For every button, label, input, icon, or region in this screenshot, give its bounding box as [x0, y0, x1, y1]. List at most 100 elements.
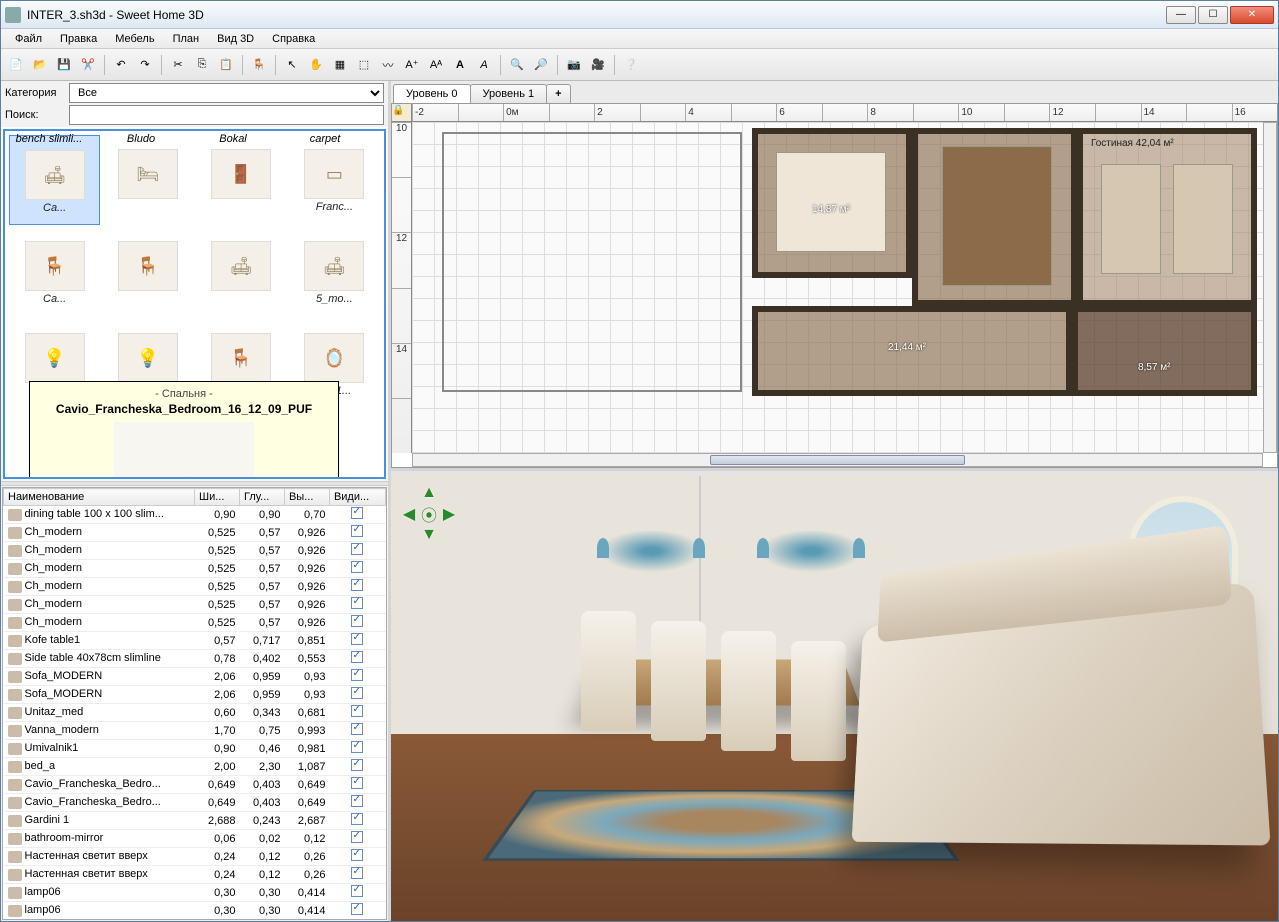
visible-checkbox[interactable]	[351, 885, 363, 897]
category-select[interactable]: Все	[69, 83, 384, 103]
visible-checkbox[interactable]	[351, 831, 363, 843]
menu-plan[interactable]: План	[165, 31, 208, 47]
preferences-icon[interactable]: ✂️	[77, 54, 99, 76]
menu-edit[interactable]: Правка	[52, 31, 105, 47]
visible-checkbox[interactable]	[351, 597, 363, 609]
nav-down-icon[interactable]: ▼	[419, 526, 439, 544]
room-tool-icon[interactable]: ⬚	[353, 54, 375, 76]
visible-checkbox[interactable]	[351, 651, 363, 663]
visible-checkbox[interactable]	[351, 813, 363, 825]
plan-room[interactable]: 8,57 м²	[1072, 306, 1257, 396]
visible-checkbox[interactable]	[351, 777, 363, 789]
plan-2d-view[interactable]: 🔒 -20м246810121416 101214 14,87 м² Гости…	[391, 103, 1278, 468]
col-height[interactable]: Вы...	[284, 489, 329, 506]
table-row[interactable]: Ch_modern0,5250,570,926	[4, 614, 386, 632]
table-row[interactable]: Unitaz_med0,600,3430,681	[4, 704, 386, 722]
visible-checkbox[interactable]	[351, 903, 363, 915]
zoom-out-icon[interactable]: 🔎	[530, 54, 552, 76]
visible-checkbox[interactable]	[351, 507, 363, 519]
nav-right-icon[interactable]: ▶	[439, 502, 459, 526]
tab-level-0[interactable]: Уровень 0	[393, 84, 471, 103]
table-row[interactable]: Kofe table10,570,7170,851	[4, 632, 386, 650]
vertical-splitter[interactable]	[1, 481, 388, 486]
scrollbar-thumb[interactable]	[710, 455, 965, 465]
plan-drawing-area[interactable]: 14,87 м² Гостиная 42,04 м² 21,44 м²	[412, 122, 1263, 453]
open-icon[interactable]: 📂	[29, 54, 51, 76]
tab-add-level[interactable]: +	[546, 84, 570, 103]
table-row[interactable]: Ch_modern0,5250,570,926	[4, 524, 386, 542]
table-row[interactable]: Vanna_modern1,700,750,993	[4, 722, 386, 740]
table-row[interactable]: Sofa_MODERN2,060,9590,93	[4, 668, 386, 686]
visible-checkbox[interactable]	[351, 561, 363, 573]
nav-left-icon[interactable]: ◀	[399, 502, 419, 526]
pan-tool-icon[interactable]: ✋	[305, 54, 327, 76]
table-row[interactable]: lamp060,300,300,414	[4, 902, 386, 920]
catalog-item[interactable]: Bludo🛏	[102, 135, 193, 225]
plan-scrollbar-v[interactable]	[1263, 122, 1277, 453]
visible-checkbox[interactable]	[351, 759, 363, 771]
catalog-item[interactable]: carpet▭Franc...	[289, 135, 380, 225]
photo-icon[interactable]: 📷	[563, 54, 585, 76]
dimension-tool-icon[interactable]: A⁺	[401, 54, 423, 76]
visible-checkbox[interactable]	[351, 633, 363, 645]
catalog-item[interactable]: Bokal🚪	[196, 135, 287, 225]
plan-room[interactable]: 21,44 м²	[752, 306, 1072, 396]
visible-checkbox[interactable]	[351, 723, 363, 735]
plan-room[interactable]	[912, 128, 1077, 306]
wall-tool-icon[interactable]: ▦	[329, 54, 351, 76]
redo-icon[interactable]: ↷	[134, 54, 156, 76]
text-tool-icon[interactable]: Aᴬ	[425, 54, 447, 76]
visible-checkbox[interactable]	[351, 579, 363, 591]
table-row[interactable]: Ch_modern0,5250,570,926	[4, 542, 386, 560]
col-name[interactable]: Наименование	[4, 489, 195, 506]
select-tool-icon[interactable]: ↖	[281, 54, 303, 76]
visible-checkbox[interactable]	[351, 849, 363, 861]
col-visible[interactable]: Види...	[329, 489, 385, 506]
new-icon[interactable]: 📄	[5, 54, 27, 76]
table-row[interactable]: Ch_modern0,5250,570,926	[4, 596, 386, 614]
visible-checkbox[interactable]	[351, 669, 363, 681]
menu-file[interactable]: Файл	[7, 31, 50, 47]
catalog-item[interactable]: 🪑Ca...	[9, 227, 100, 317]
catalog-item[interactable]: 🛋5_mo...	[289, 227, 380, 317]
plan-room[interactable]: 14,87 м²	[752, 128, 912, 278]
visible-checkbox[interactable]	[351, 705, 363, 717]
menu-3dview[interactable]: Вид 3D	[209, 31, 262, 47]
paste-icon[interactable]: 📋	[215, 54, 237, 76]
add-furniture-icon[interactable]: 🪑	[248, 54, 270, 76]
table-row[interactable]: bathroom-mirror0,060,020,12	[4, 830, 386, 848]
furniture-catalog[interactable]: bench slimli...🛋Ca... Bludo🛏 Bokal🚪 carp…	[3, 129, 386, 479]
copy-icon[interactable]: ⎘	[191, 54, 213, 76]
table-row[interactable]: lamp060,300,300,414	[4, 884, 386, 902]
video-icon[interactable]: 🎥	[587, 54, 609, 76]
table-row[interactable]: dining table 100 x 100 slim...0,900,900,…	[4, 506, 386, 524]
plan-room[interactable]: Гостиная 42,04 м²	[1077, 128, 1257, 306]
bold-icon[interactable]: A	[449, 54, 471, 76]
plan-scrollbar-h[interactable]	[412, 453, 1263, 467]
search-input[interactable]	[69, 105, 384, 125]
italic-icon[interactable]: A	[473, 54, 495, 76]
table-row[interactable]: Umivalnik10,900,460,981	[4, 740, 386, 758]
nav-up-icon[interactable]: ▲	[419, 484, 439, 502]
visible-checkbox[interactable]	[351, 543, 363, 555]
minimize-button[interactable]: —	[1166, 6, 1196, 24]
table-row[interactable]: Side table 40x78cm slimline0,780,4020,55…	[4, 650, 386, 668]
menu-help[interactable]: Справка	[264, 31, 323, 47]
menu-furniture[interactable]: Мебель	[107, 31, 162, 47]
table-row[interactable]: Ch_modern0,5250,570,926	[4, 578, 386, 596]
table-row[interactable]: Настенная светит вверх0,240,120,26	[4, 866, 386, 884]
maximize-button[interactable]: ☐	[1198, 6, 1228, 24]
plan-furniture[interactable]	[942, 146, 1052, 286]
visible-checkbox[interactable]	[351, 615, 363, 627]
table-row[interactable]: Ch_modern0,5250,570,926	[4, 560, 386, 578]
visible-checkbox[interactable]	[351, 741, 363, 753]
view-3d[interactable]: ▲ ◀⦿▶ ▼	[391, 476, 1278, 921]
col-depth[interactable]: Глу...	[239, 489, 284, 506]
nav-3d-widget[interactable]: ▲ ◀⦿▶ ▼	[399, 484, 459, 544]
nav-center-icon[interactable]: ⦿	[419, 502, 439, 526]
close-button[interactable]: ✕	[1230, 6, 1274, 24]
col-width[interactable]: Ши...	[195, 489, 240, 506]
table-row[interactable]: Sofa_MODERN2,060,9590,93	[4, 686, 386, 704]
catalog-item[interactable]: 🛋	[196, 227, 287, 317]
cut-icon[interactable]: ✂	[167, 54, 189, 76]
